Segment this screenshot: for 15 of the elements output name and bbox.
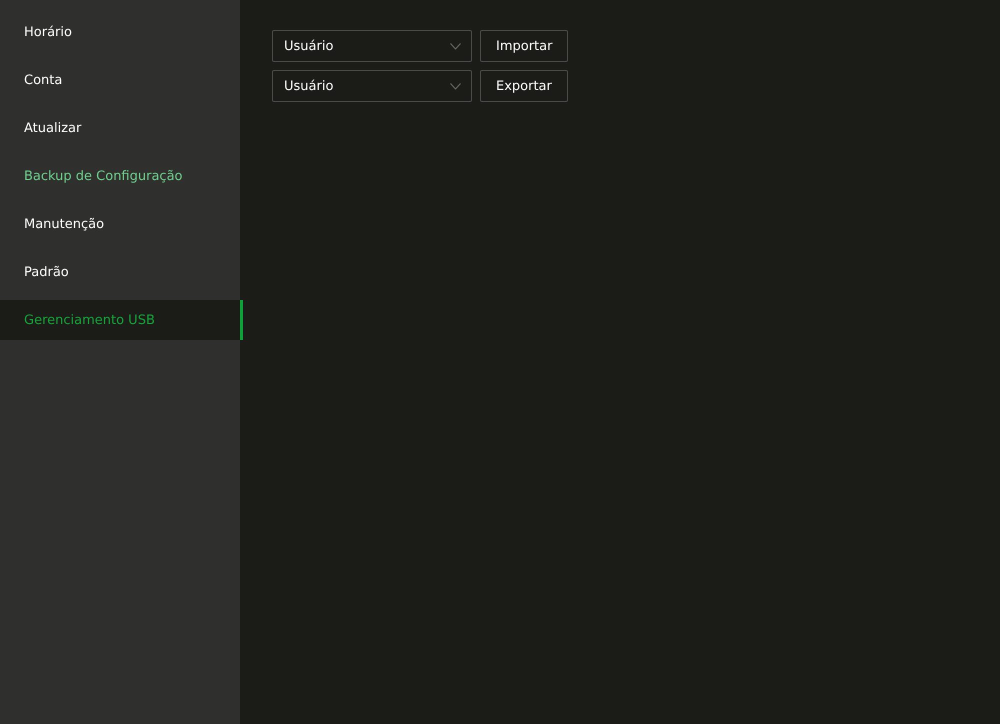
action-button[interactable]: Importar <box>480 30 568 62</box>
sidebar-item[interactable]: Manutenção <box>0 204 243 244</box>
select-value: Usuário <box>284 38 334 54</box>
chevron-down-icon <box>450 82 461 90</box>
chevron-down-icon <box>450 42 461 50</box>
sidebar-item[interactable]: Backup de Configuração <box>0 156 243 196</box>
action-button[interactable]: Exportar <box>480 70 568 102</box>
sidebar-item[interactable]: Gerenciamento USB <box>0 300 243 340</box>
user-select[interactable]: Usuário <box>272 70 472 102</box>
sidebar-item[interactable]: Conta <box>0 60 243 100</box>
select-value: Usuário <box>284 78 334 94</box>
sidebar-item[interactable]: Atualizar <box>0 108 243 148</box>
sidebar-item[interactable]: Horário <box>0 12 243 52</box>
sidebar-item[interactable]: Padrão <box>0 252 243 292</box>
user-select[interactable]: Usuário <box>272 30 472 62</box>
